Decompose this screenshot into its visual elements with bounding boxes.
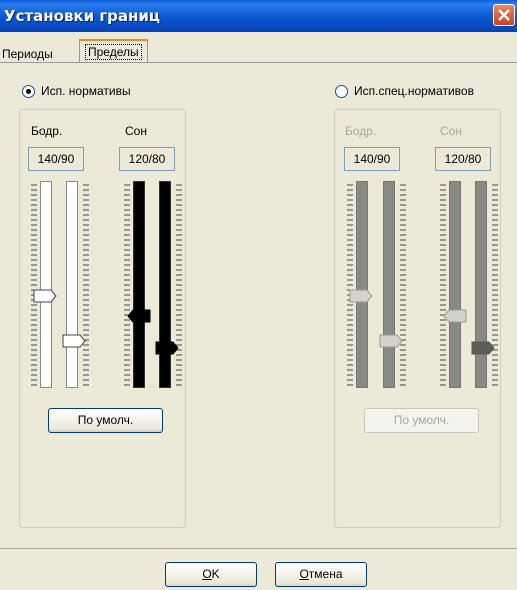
slider-thumb-icon[interactable] (127, 309, 151, 323)
wake-label: Бодр. (345, 124, 377, 138)
default-button[interactable]: По умолч. (364, 408, 479, 433)
wake-systolic-slider[interactable] (40, 181, 52, 388)
wake-value: 140/90 (344, 147, 400, 171)
wake-label: Бодр. (31, 124, 63, 138)
tab-limits-label: Пределы (85, 44, 142, 60)
slider-thumb-icon[interactable] (349, 289, 373, 303)
tick-marks (492, 184, 498, 386)
default-button[interactable]: По умолч. (48, 408, 163, 433)
radio-icon (335, 84, 348, 98)
sleep-systolic-slider[interactable] (133, 181, 145, 388)
slider-thumb-icon[interactable] (443, 309, 467, 323)
sleep-diastolic-slider[interactable] (159, 181, 171, 388)
tick-marks (440, 184, 446, 386)
sleep-label: Сон (440, 124, 462, 138)
cancel-button[interactable]: Отмена (275, 562, 367, 587)
radio-icon (22, 84, 35, 98)
wake-systolic-slider[interactable] (356, 181, 368, 388)
sleep-value: 120/80 (119, 147, 175, 171)
radio-use-norms-label: Исп. нормативы (41, 84, 131, 98)
tab-limits[interactable]: Пределы (79, 39, 148, 63)
radio-use-norms[interactable]: Исп. нормативы (22, 84, 131, 98)
wake-diastolic-slider[interactable] (66, 181, 78, 388)
tick-marks (176, 184, 182, 386)
cancel-hotkey: О (299, 567, 309, 581)
ok-button[interactable]: OK (165, 562, 257, 587)
ok-label: K (211, 567, 220, 581)
tab-panel-border (0, 62, 517, 63)
cancel-label: тмена (308, 567, 343, 581)
tick-marks (347, 184, 353, 386)
ok-hotkey: O (202, 567, 212, 581)
tick-marks (400, 184, 406, 386)
slider-thumb-icon[interactable] (62, 334, 86, 348)
wake-diastolic-slider[interactable] (383, 181, 395, 388)
tab-periods-label: Периоды (2, 47, 53, 61)
slider-thumb-icon[interactable] (379, 334, 403, 348)
sleep-value: 120/80 (435, 147, 491, 171)
sleep-label: Сон (125, 124, 147, 138)
window-title: Установки границ (4, 7, 161, 25)
sleep-diastolic-slider[interactable] (475, 181, 487, 388)
slider-thumb-icon[interactable] (33, 289, 57, 303)
wake-value: 140/90 (28, 147, 84, 171)
tick-marks (31, 184, 37, 386)
radio-use-special-norms-label: Исп.спец.нормативов (354, 84, 474, 98)
slider-thumb-icon[interactable] (155, 341, 179, 355)
footer-separator (0, 548, 517, 549)
tick-marks (83, 184, 89, 386)
close-icon (498, 9, 510, 21)
tab-periods[interactable]: Периоды (2, 47, 53, 61)
radio-use-special-norms[interactable]: Исп.спец.нормативов (335, 84, 474, 98)
tick-marks (124, 184, 130, 386)
slider-thumb-icon[interactable] (471, 341, 495, 355)
close-button[interactable] (493, 4, 515, 26)
title-bar: Установки границ (0, 0, 517, 32)
sleep-systolic-slider[interactable] (449, 181, 461, 388)
